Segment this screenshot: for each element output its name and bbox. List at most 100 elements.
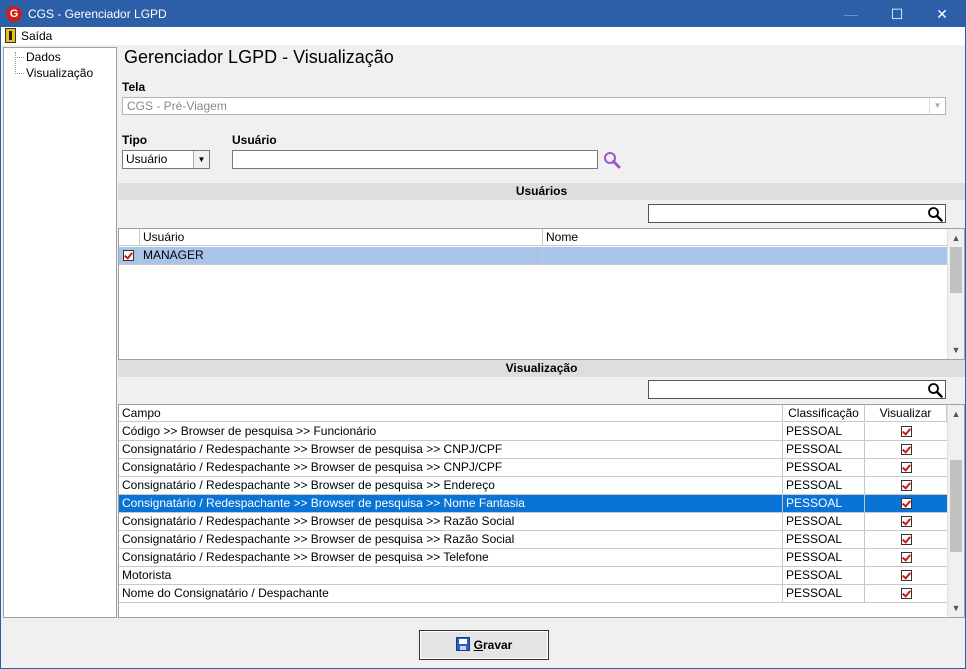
usuario-input[interactable] [232, 150, 598, 169]
gravar-label: ravar [482, 638, 513, 652]
cell-classificacao: PESSOAL [783, 477, 865, 494]
cell-usuario: MANAGER [140, 247, 543, 264]
cell-visualizar[interactable] [865, 495, 948, 512]
table-row[interactable]: MANAGER [119, 247, 948, 265]
users-scrollbar[interactable]: ▲ ▼ [947, 229, 964, 359]
cell-visualizar[interactable] [865, 513, 948, 530]
view-section-header: Visualização [118, 360, 965, 377]
exit-door-icon[interactable] [5, 28, 16, 43]
cell-classificacao: PESSOAL [783, 495, 865, 512]
header-cell-campo[interactable]: Campo [119, 405, 783, 422]
cell-campo: Consignatário / Redespachante >> Browser… [119, 477, 783, 494]
table-row[interactable]: Consignatário / Redespachante >> Browser… [119, 513, 948, 531]
minimize-button[interactable]: — [831, 1, 871, 27]
cell-visualizar[interactable] [865, 531, 948, 548]
close-button[interactable]: ✕ [922, 1, 962, 27]
cell-campo: Consignatário / Redespachante >> Browser… [119, 513, 783, 530]
cell-campo: Código >> Browser de pesquisa >> Funcion… [119, 423, 783, 440]
chevron-down-icon[interactable]: ▼ [193, 151, 209, 168]
table-row[interactable]: Consignatário / Redespachante >> Browser… [119, 477, 948, 495]
cell-visualizar[interactable] [865, 567, 948, 584]
cell-classificacao: PESSOAL [783, 585, 865, 602]
cell-visualizar[interactable] [865, 459, 948, 476]
users-section-header: Usuários [118, 183, 965, 200]
menu-bar: Saída [1, 27, 965, 45]
visualizar-checkbox[interactable] [901, 426, 912, 437]
cell-classificacao: PESSOAL [783, 423, 865, 440]
cell-visualizar[interactable] [865, 441, 948, 458]
cell-classificacao: PESSOAL [783, 567, 865, 584]
tree-item-dados[interactable]: Dados [26, 50, 61, 64]
tela-select: CGS - Pré-Viagem ▼ [122, 97, 946, 115]
tree-connector [15, 52, 16, 74]
visualizar-checkbox[interactable] [901, 534, 912, 545]
visualizar-checkbox[interactable] [901, 480, 912, 491]
cell-visualizar[interactable] [865, 549, 948, 566]
scroll-up-icon[interactable]: ▲ [948, 230, 964, 246]
scroll-thumb[interactable] [950, 460, 962, 552]
header-cell-check [119, 229, 140, 246]
users-grid: Usuário Nome MANAGER ▲ ▼ [118, 228, 965, 360]
table-row[interactable]: Motorista PESSOAL [119, 567, 948, 585]
header-cell-visualizar[interactable]: Visualizar [865, 405, 947, 422]
cell-campo: Consignatário / Redespachante >> Browser… [119, 459, 783, 476]
table-row[interactable]: Consignatário / Redespachante >> Browser… [119, 441, 948, 459]
magnifier-icon[interactable] [927, 206, 943, 222]
visualizar-checkbox[interactable] [901, 588, 912, 599]
magnifier-icon[interactable] [602, 151, 622, 169]
chevron-down-icon: ▼ [929, 98, 945, 114]
cell-visualizar[interactable] [865, 477, 948, 494]
gravar-label-mnemonic: G [473, 638, 483, 652]
header-cell-nome[interactable]: Nome [543, 229, 948, 246]
table-row[interactable]: Código >> Browser de pesquisa >> Funcion… [119, 423, 948, 441]
window-title: CGS - Gerenciador LGPD [28, 7, 167, 21]
cell-classificacao: PESSOAL [783, 549, 865, 566]
cell-campo: Consignatário / Redespachante >> Browser… [119, 495, 783, 512]
scroll-up-icon[interactable]: ▲ [948, 406, 964, 422]
view-search-input[interactable] [648, 380, 946, 399]
table-row[interactable]: Consignatário / Redespachante >> Browser… [119, 531, 948, 549]
header-cell-classificacao[interactable]: Classificação [783, 405, 865, 422]
table-row[interactable]: Consignatário / Redespachante >> Browser… [119, 549, 948, 567]
title-bar[interactable]: G CGS - Gerenciador LGPD — ☐ ✕ [1, 1, 965, 27]
table-row[interactable]: Nome do Consignatário / Despachante PESSO… [119, 585, 948, 603]
cell-visualizar[interactable] [865, 423, 948, 440]
floppy-disk-icon [455, 637, 470, 652]
cell-classificacao: PESSOAL [783, 513, 865, 530]
scroll-thumb[interactable] [950, 247, 962, 293]
scroll-down-icon[interactable]: ▼ [948, 600, 964, 616]
cell-campo: Nome do Consignatário / Despachante [119, 585, 783, 602]
cell-visualizar[interactable] [865, 585, 948, 602]
view-scrollbar[interactable]: ▲ ▼ [947, 405, 964, 617]
visualizar-checkbox[interactable] [901, 570, 912, 581]
visualizar-checkbox[interactable] [901, 498, 912, 509]
visualizar-checkbox[interactable] [901, 552, 912, 563]
cell-classificacao: PESSOAL [783, 531, 865, 548]
gravar-button[interactable]: Gravar [419, 630, 549, 660]
visualizar-checkbox[interactable] [901, 516, 912, 527]
scroll-down-icon[interactable]: ▼ [948, 342, 964, 358]
app-window: G CGS - Gerenciador LGPD — ☐ ✕ Saída Dad… [0, 0, 966, 669]
usuario-label: Usuário [232, 133, 277, 147]
app-logo-icon: G [6, 6, 22, 22]
table-row[interactable]: Consignatário / Redespachante >> Browser… [119, 495, 948, 513]
cell-campo: Consignatário / Redespachante >> Browser… [119, 531, 783, 548]
table-row[interactable]: Consignatário / Redespachante >> Browser… [119, 459, 948, 477]
row-checkbox[interactable] [123, 250, 134, 261]
maximize-button[interactable]: ☐ [877, 1, 917, 27]
tree-connector [15, 73, 24, 74]
cell-nome [543, 247, 948, 264]
magnifier-icon[interactable] [927, 382, 943, 398]
header-cell-usuario[interactable]: Usuário [140, 229, 543, 246]
cell-campo: Consignatário / Redespachante >> Browser… [119, 441, 783, 458]
tree-item-visualizacao[interactable]: Visualização [26, 66, 93, 80]
cell-campo: Motorista [119, 567, 783, 584]
visualizar-checkbox[interactable] [901, 462, 912, 473]
users-search-input[interactable] [648, 204, 946, 223]
row-check-cell[interactable] [119, 247, 140, 264]
menu-item-saida[interactable]: Saída [21, 29, 52, 43]
tipo-select-value: Usuário [126, 152, 168, 166]
visualizar-checkbox[interactable] [901, 444, 912, 455]
users-grid-header: Usuário Nome [119, 229, 948, 246]
tipo-select[interactable]: Usuário ▼ [122, 150, 210, 169]
